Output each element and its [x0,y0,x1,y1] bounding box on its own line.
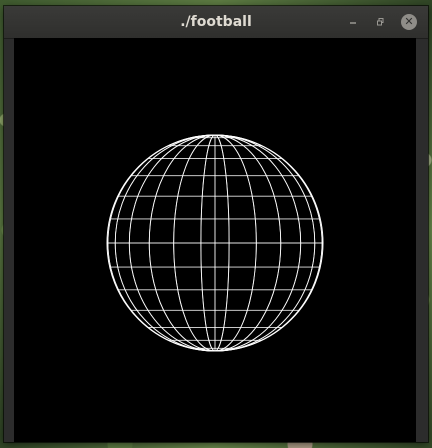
minimize-icon[interactable] [344,13,362,31]
close-icon: ✕ [401,14,417,30]
minimize-icon-glyph [350,22,356,24]
close-button[interactable]: ✕ [400,13,418,31]
window-titlebar[interactable]: ./football ✕ [4,6,428,39]
wireframe-sphere [106,134,324,352]
app-window: ./football ✕ [4,6,428,442]
render-canvas[interactable] [14,38,416,442]
window-controls: ✕ [344,13,418,31]
restore-icon-glyph [377,18,384,26]
restore-icon[interactable] [372,13,390,31]
